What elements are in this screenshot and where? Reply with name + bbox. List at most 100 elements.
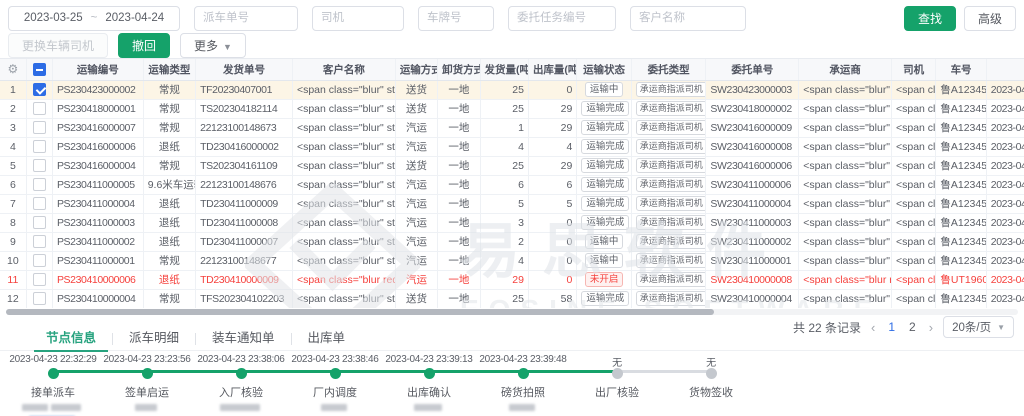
entrust-type-badge: 承运商指派司机: [636, 215, 706, 230]
receive-date: 2023-04-10: [986, 289, 1024, 308]
shipments-table-wrap: ⚙ 运输编号运输类型发货单号客户名称运输方式卸货方式发货量(吨)出库量(吨)运输…: [0, 58, 1024, 308]
date-range-picker[interactable]: 2023-03-25 ~ 2023-04-24: [8, 6, 180, 31]
table-row[interactable]: 7PS230411000004退纸TD230411000009<span cla…: [0, 194, 1024, 213]
step-label: 出库确认: [382, 384, 476, 400]
driver-input[interactable]: [312, 6, 404, 31]
plate-no: 鲁A12345: [936, 156, 986, 175]
out-qty: 0: [528, 213, 576, 232]
filter-bar: 2023-03-25 ~ 2023-04-24 查找 高级: [8, 5, 1016, 31]
column-header: 客户名称: [292, 59, 395, 80]
withdraw-button[interactable]: 撤回: [118, 33, 170, 58]
receive-date: 2023-04-11: [986, 194, 1024, 213]
chevron-down-icon: ▼: [223, 42, 232, 52]
plate-no-input[interactable]: [418, 6, 494, 31]
driver: <span class="blur" style="width:30px"></…: [891, 232, 935, 251]
status-badge: 运输完成: [581, 196, 629, 211]
delivery-no: TD230411000009: [196, 194, 293, 213]
table-row[interactable]: 4PS230416000006退纸TD230416000002<span cla…: [0, 137, 1024, 156]
tab-3[interactable]: 装车通知单: [196, 327, 291, 351]
column-header: 承运商: [799, 59, 892, 80]
row-checkbox[interactable]: [33, 292, 46, 305]
tab-2[interactable]: 派车明细: [113, 327, 195, 351]
row-checkbox[interactable]: [33, 197, 46, 210]
transport-no: PS230416000004: [52, 156, 143, 175]
tab-1[interactable]: 节点信息: [30, 327, 112, 351]
column-header: 运输状态: [577, 59, 631, 80]
table-row[interactable]: 2PS230418000001常规TS202304182114<span cla…: [0, 99, 1024, 118]
delivery-no: TD230411000008: [196, 213, 293, 232]
driver: <span class="blur" style="width:30px"></…: [891, 289, 935, 308]
more-button[interactable]: 更多 ▼: [180, 33, 246, 58]
plate-no: 鲁A12345: [936, 175, 986, 194]
table-row[interactable]: 12PS230410000004常规TFS202304102203<span c…: [0, 289, 1024, 308]
step-time: 2023-04-23 23:39:48: [476, 354, 570, 367]
carrier: <span class="blur" style="width:34px"></…: [799, 232, 892, 251]
table-row[interactable]: 11PS230410000006退纸TD230410000009<span cl…: [0, 270, 1024, 289]
change-vehicle-driver-button[interactable]: 更换车辆司机: [8, 33, 108, 58]
row-checkbox[interactable]: [33, 178, 46, 191]
step-time: 无: [664, 354, 758, 367]
table-row[interactable]: 9PS230411000002退纸TD230411000007<span cla…: [0, 232, 1024, 251]
transport-type: 退纸: [143, 232, 195, 251]
table-row[interactable]: 8PS230411000003退纸TD230411000008<span cla…: [0, 213, 1024, 232]
status-badge: 运输中: [585, 253, 624, 268]
transport-no: PS230411000004: [52, 194, 143, 213]
column-header: 运输类型: [143, 59, 195, 80]
step-operator: [476, 403, 570, 413]
out-qty: 58: [528, 289, 576, 308]
customer-name: <span class="blur" style="width:64px"></…: [292, 289, 395, 308]
step-dot-icon: [706, 368, 717, 379]
status-badge: 运输完成: [581, 139, 629, 154]
plate-no: 鲁A12345: [936, 137, 986, 156]
table-row[interactable]: 5PS230416000004常规TS202304161109<span cla…: [0, 156, 1024, 175]
horizontal-scrollbar-thumb[interactable]: [6, 309, 714, 315]
row-checkbox[interactable]: [33, 273, 46, 286]
entrust-no: SW230416000006: [706, 156, 799, 175]
table-row[interactable]: 3PS230416000007常规22123100148673<span cla…: [0, 118, 1024, 137]
transport-mode: 送货: [395, 99, 437, 118]
transport-type: 常规: [143, 289, 195, 308]
step-time: 2023-04-23 23:38:46: [288, 354, 382, 367]
plate-no: 鲁A12345: [936, 213, 986, 232]
date-end: 2023-04-24: [105, 12, 164, 24]
delivery-no: TD230416000002: [196, 137, 293, 156]
step-time: 2023-04-23 23:23:56: [100, 354, 194, 367]
carrier: <span class="blur" style="width:34px"></…: [799, 289, 892, 308]
more-button-label: 更多: [194, 39, 218, 53]
transport-type: 常规: [143, 118, 195, 137]
receive-date: 2023-04-16: [986, 156, 1024, 175]
entrust-task-no-input[interactable]: [508, 6, 616, 31]
advanced-button[interactable]: 高级: [964, 6, 1016, 31]
column-header: 委托类型: [631, 59, 706, 80]
row-checkbox[interactable]: [33, 121, 46, 134]
out-qty: 29: [528, 156, 576, 175]
table-row[interactable]: 6PS2304110000059.6米车运输22123100148676<spa…: [0, 175, 1024, 194]
row-checkbox[interactable]: [33, 159, 46, 172]
receive-date: 2023-04-11: [986, 213, 1024, 232]
ship-qty: 3: [480, 213, 528, 232]
row-checkbox[interactable]: [33, 140, 46, 153]
plate-no: 鲁A12345: [936, 118, 986, 137]
delivery-no: TD230411000007: [196, 232, 293, 251]
unload-mode: 一地: [438, 289, 480, 308]
select-all-checkbox[interactable]: [33, 63, 46, 76]
row-checkbox[interactable]: [33, 254, 46, 267]
transport-no: PS230423000002: [52, 80, 143, 99]
row-checkbox[interactable]: [33, 102, 46, 115]
row-checkbox[interactable]: [33, 83, 46, 96]
gear-icon[interactable]: ⚙: [7, 62, 18, 76]
transport-mode: 汽运: [395, 270, 437, 289]
dispatch-no-input[interactable]: [194, 6, 298, 31]
tab-4[interactable]: 出库单: [292, 327, 362, 351]
entrust-type-badge: 承运商指派司机: [636, 139, 706, 154]
search-button[interactable]: 查找: [904, 6, 956, 31]
column-header: 车号: [936, 59, 986, 80]
customer-name-input[interactable]: [630, 6, 746, 31]
table-row[interactable]: 1PS230423000002常规TF20230407001<span clas…: [0, 80, 1024, 99]
table-row[interactable]: 10PS230411000001常规22123100148677<span cl…: [0, 251, 1024, 270]
row-checkbox[interactable]: [33, 235, 46, 248]
row-checkbox[interactable]: [33, 216, 46, 229]
transport-mode: 送货: [395, 289, 437, 308]
tms-dispatch-page: 2023-03-25 ~ 2023-04-24 查找 高级 更换车辆司机 撤回 …: [0, 0, 1024, 416]
plate-no: 鲁A12345: [936, 194, 986, 213]
